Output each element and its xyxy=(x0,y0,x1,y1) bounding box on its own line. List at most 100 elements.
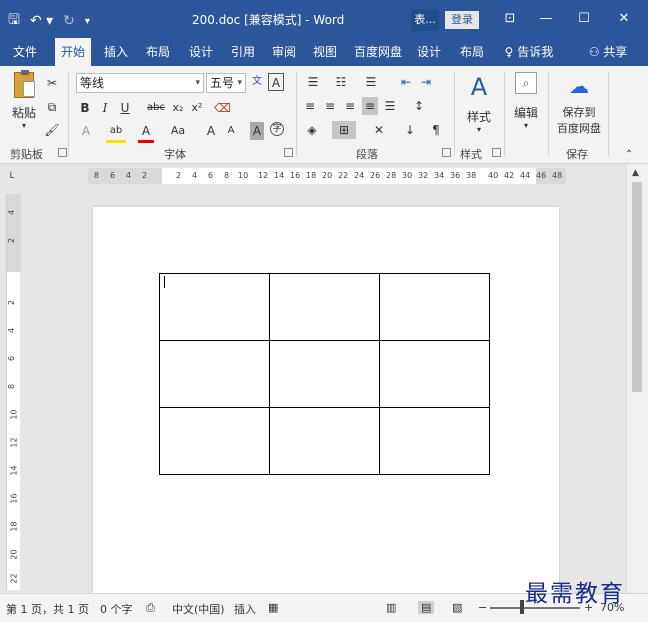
change-case-icon[interactable]: Aa xyxy=(166,122,190,140)
close-icon[interactable]: ✕ xyxy=(612,9,636,29)
tab-selector-icon[interactable]: L xyxy=(6,170,18,182)
underline-button[interactable]: U xyxy=(118,99,132,117)
bullets-icon[interactable]: ☰ xyxy=(302,73,324,91)
superscript-button[interactable]: x² xyxy=(189,99,205,117)
align-center-icon[interactable]: ≡ xyxy=(322,97,338,115)
page-count-status[interactable]: 第 1 页，共 1 页 xyxy=(6,601,89,617)
font-name-select[interactable]: 等线 ▾ xyxy=(76,73,204,93)
save-to-baidu-button[interactable]: ☁ 保存到 百度网盘 xyxy=(554,72,604,136)
tell-me-search[interactable]: ♀ 告诉我 xyxy=(500,38,558,66)
enclose-characters-icon[interactable]: 字 xyxy=(270,122,284,136)
tab-home[interactable]: 开始 xyxy=(55,38,91,66)
tab-file[interactable]: 文件 xyxy=(6,38,44,66)
proofing-icon[interactable]: ⎙ xyxy=(146,601,155,615)
table-cell[interactable] xyxy=(379,273,490,341)
tab-layout[interactable]: 布局 xyxy=(140,38,176,66)
line-spacing-icon[interactable]: ↕ xyxy=(408,97,430,115)
table-cell[interactable] xyxy=(159,340,270,408)
ribbon-display-options-icon[interactable]: ⊡ xyxy=(498,9,522,29)
increase-indent-icon[interactable]: ⇥ xyxy=(418,73,434,91)
format-painter-icon[interactable]: 🖌 xyxy=(44,121,60,139)
character-border-icon[interactable]: A xyxy=(268,73,284,91)
macro-icon[interactable]: ▦ xyxy=(268,601,278,614)
minimize-icon[interactable]: — xyxy=(534,9,558,29)
login-button[interactable]: 登录 xyxy=(445,11,479,29)
table-row xyxy=(159,340,490,408)
table-cell[interactable] xyxy=(269,273,380,341)
phonetic-guide-icon[interactable]: 文 xyxy=(249,73,265,91)
highlight-color-icon[interactable]: ab xyxy=(106,122,126,143)
editing-button[interactable]: ⌕ 编辑 ▾ xyxy=(510,72,542,130)
share-button[interactable]: ⚇ 共享 xyxy=(584,38,632,66)
tab-insert[interactable]: 插入 xyxy=(98,38,134,66)
text-effects-icon[interactable]: A xyxy=(78,122,94,140)
clipboard-dialog-launcher-icon[interactable] xyxy=(58,148,67,157)
character-shading-icon[interactable]: A xyxy=(250,122,264,140)
restore-icon[interactable]: ☐ xyxy=(572,9,596,29)
tab-design[interactable]: 设计 xyxy=(183,38,219,66)
tab-references[interactable]: 引用 xyxy=(225,38,261,66)
zoom-out-icon[interactable]: − xyxy=(478,601,487,614)
chinese-layout-icon[interactable]: ✕ xyxy=(368,121,390,139)
horizontal-ruler[interactable]: 8 6 4 2 2 4 6 8 10 12 14 16 18 20 22 24 … xyxy=(88,168,566,184)
insert-mode-status[interactable]: 插入 xyxy=(234,601,256,617)
word-count-status[interactable]: 0 个字 xyxy=(100,601,133,617)
numbering-icon[interactable]: ☷ xyxy=(330,73,352,91)
paste-button[interactable]: 粘贴 ▾ xyxy=(10,70,38,134)
save-icon[interactable]: 🖫 xyxy=(8,9,20,33)
table-cell[interactable] xyxy=(269,340,380,408)
cut-icon[interactable]: ✂ xyxy=(44,74,60,92)
redo-icon[interactable]: ↻ xyxy=(63,13,75,29)
table-cell[interactable] xyxy=(379,340,490,408)
collapse-ribbon-icon[interactable]: ⌃ xyxy=(622,146,636,164)
context-tab-table[interactable]: 表... xyxy=(411,9,439,31)
table-cell[interactable] xyxy=(159,407,270,475)
document-page[interactable] xyxy=(93,207,559,593)
table-cell[interactable] xyxy=(159,273,270,341)
bold-button[interactable]: B xyxy=(78,99,92,117)
language-status[interactable]: 中文(中国) xyxy=(172,601,225,617)
zoom-slider-thumb[interactable] xyxy=(520,600,524,614)
tab-baidu-netdisk[interactable]: 百度网盘 xyxy=(350,38,406,66)
distributed-icon[interactable]: ☰ xyxy=(382,97,398,115)
scroll-up-icon[interactable]: ▲ xyxy=(632,168,639,178)
vertical-scrollbar[interactable]: ▲ xyxy=(626,164,648,593)
tab-review[interactable]: 审阅 xyxy=(266,38,302,66)
read-mode-icon[interactable]: ▥ xyxy=(386,601,396,614)
title-bar: 🖫 ↶ ▾ ↻ ▾ 200.doc [兼容模式] - Word 表... 登录 … xyxy=(0,0,648,38)
sort-icon[interactable]: ↓ xyxy=(402,121,418,139)
font-dialog-launcher-icon[interactable] xyxy=(284,148,293,157)
borders-icon[interactable]: ⊞ xyxy=(332,121,356,139)
vertical-ruler[interactable]: 4 2 2 4 6 8 10 12 14 16 18 20 22 xyxy=(6,194,21,590)
copy-icon[interactable]: ⧉ xyxy=(44,98,60,116)
show-marks-icon[interactable]: ¶ xyxy=(428,121,444,139)
shading-icon[interactable]: ◈ xyxy=(302,121,322,139)
shrink-font-icon[interactable]: A xyxy=(224,122,238,140)
tab-table-layout[interactable]: 布局 xyxy=(455,38,489,66)
undo-icon[interactable]: ↶ ▾ xyxy=(30,13,53,29)
align-left-icon[interactable]: ≡ xyxy=(302,97,318,115)
scrollbar-thumb[interactable] xyxy=(632,182,642,392)
customize-qat-icon[interactable]: ▾ xyxy=(85,16,90,27)
print-layout-icon[interactable]: ▤ xyxy=(418,601,435,614)
subscript-button[interactable]: x₂ xyxy=(170,99,186,117)
styles-dialog-launcher-icon[interactable] xyxy=(492,148,501,157)
tab-view[interactable]: 视图 xyxy=(307,38,343,66)
document-table[interactable] xyxy=(159,273,490,475)
font-size-select[interactable]: 五号 ▾ xyxy=(206,73,246,93)
web-layout-icon[interactable]: ▧ xyxy=(452,601,462,614)
decrease-indent-icon[interactable]: ⇤ xyxy=(398,73,414,91)
align-right-icon[interactable]: ≡ xyxy=(342,97,358,115)
justify-icon[interactable]: ≡ xyxy=(362,97,378,115)
tab-table-design[interactable]: 设计 xyxy=(412,38,446,66)
paragraph-dialog-launcher-icon[interactable] xyxy=(442,148,451,157)
italic-button[interactable]: I xyxy=(98,99,112,117)
styles-button[interactable]: A 样式 ▾ xyxy=(462,72,496,134)
grow-font-icon[interactable]: A xyxy=(204,122,218,140)
clear-formatting-icon[interactable]: ⌫ xyxy=(214,99,231,117)
strikethrough-button[interactable]: abc xyxy=(145,99,167,117)
font-color-icon[interactable]: A xyxy=(138,122,154,143)
multilevel-list-icon[interactable]: ☰ xyxy=(360,73,382,91)
table-cell[interactable] xyxy=(269,407,380,475)
table-cell[interactable] xyxy=(379,407,490,475)
